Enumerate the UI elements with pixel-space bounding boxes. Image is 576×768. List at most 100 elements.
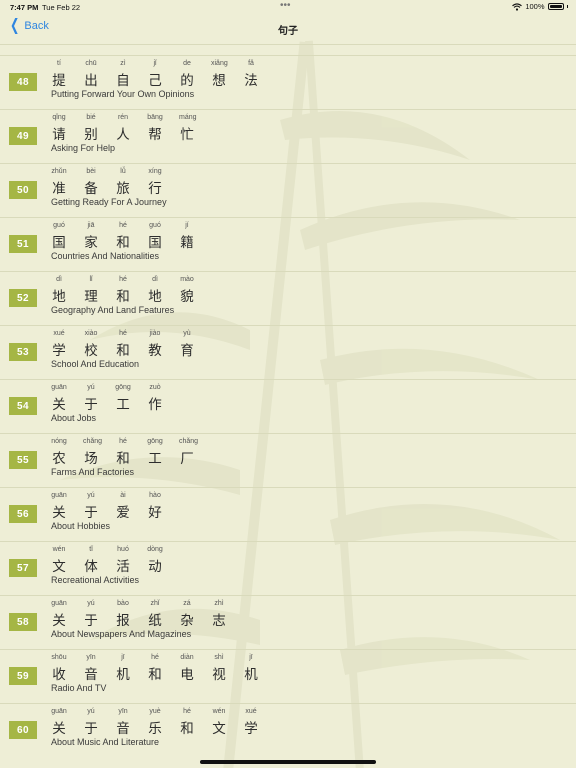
hanzi: 电: [180, 667, 194, 683]
character-cell: gōng 工: [115, 384, 147, 414]
lesson-title: Putting Forward Your Own Opinions: [51, 89, 195, 99]
hanzi: 学: [52, 343, 66, 359]
lesson-row[interactable]: 53 xué 学 xiào 校 hé 和 jiào 教 yù 育 School And Educati…: [0, 325, 576, 379]
character-cell: chǎng 厂: [179, 438, 211, 468]
lesson-row[interactable]: 51 guó 国 jiā 家 hé 和 guó 国 jí 籍 Countries And Nation…: [0, 217, 576, 271]
pinyin: jī: [121, 654, 125, 661]
lesson-number-badge: 59: [9, 667, 37, 685]
hanzi: 地: [148, 289, 162, 305]
pinyin: bào: [117, 600, 129, 607]
chinese-title: guó 国 jiā 家 hé 和 guó 国 jí 籍: [51, 222, 211, 252]
hanzi: 农: [52, 451, 66, 467]
hanzi: 关: [52, 721, 66, 737]
lesson-number-badge: 60: [9, 721, 37, 739]
hanzi: 收: [52, 667, 66, 683]
hanzi: 和: [116, 343, 130, 359]
pinyin: zì: [120, 60, 126, 67]
hanzi: 好: [148, 505, 162, 521]
character-cell: chū 出: [83, 60, 115, 90]
lesson-title: Asking For Help: [51, 143, 116, 153]
hanzi: 于: [84, 505, 98, 521]
chinese-title: guān 关 yú 于 gōng 工 zuò 作: [51, 384, 179, 414]
pinyin: jǐ: [153, 60, 157, 67]
character-cell: wén 文: [211, 708, 243, 738]
lesson-number-badge: 51: [9, 235, 37, 253]
chinese-title: guān 关 yú 于 bào 报 zhǐ 纸 zá 杂 zhì 志: [51, 600, 243, 630]
hanzi: 理: [84, 289, 98, 305]
lesson-row[interactable]: 60 guān 关 yú 于 yīn 音 yuè 乐 hé 和 wén 文 xué 学 About Music…: [0, 703, 576, 757]
character-cell: bāng 帮: [147, 114, 179, 144]
lesson-row[interactable]: 54 guān 关 yú 于 gōng 工 zuò 作 About Jobs: [0, 379, 576, 433]
lesson-row[interactable]: 58 guān 关 yú 于 bào 报 zhǐ 纸 zá 杂 zhì 志 About Newspaper…: [0, 595, 576, 649]
status-time: 7:47 PM: [10, 3, 39, 12]
character-cell: dì 地: [147, 276, 179, 306]
pinyin: guó: [53, 222, 65, 229]
multitasking-dots-icon[interactable]: •••: [280, 0, 291, 11]
hanzi: 出: [84, 73, 98, 89]
character-cell: de 的: [179, 60, 211, 90]
list-top-spacer: [0, 44, 576, 55]
hanzi: 关: [52, 397, 66, 413]
character-cell: dòng 动: [147, 546, 179, 576]
status-bar: 7:47 PM Tue Feb 22 ••• 100%: [0, 0, 576, 14]
home-indicator[interactable]: [200, 760, 376, 764]
character-cell: shōu 收: [51, 654, 83, 684]
chinese-title: nóng 农 chǎng 场 hé 和 gōng 工 chǎng 厂: [51, 438, 211, 468]
hanzi: 音: [116, 721, 130, 737]
pinyin: jiā: [87, 222, 95, 229]
pinyin: jī: [249, 654, 253, 661]
lesson-row[interactable]: 55 nóng 农 chǎng 场 hé 和 gōng 工 chǎng 厂 Farms And Fac…: [0, 433, 576, 487]
hanzi: 关: [52, 613, 66, 629]
character-cell: qǐng 请: [51, 114, 83, 144]
character-cell: ài 爱: [115, 492, 147, 522]
page-title: 句子: [278, 26, 298, 37]
pinyin: xué: [53, 330, 65, 337]
pinyin: chū: [85, 60, 97, 67]
pinyin: chǎng: [179, 438, 199, 445]
pinyin: fǎ: [248, 60, 254, 67]
character-cell: wén 文: [51, 546, 83, 576]
hanzi: 籍: [180, 235, 194, 251]
pinyin: xiào: [84, 330, 98, 337]
lesson-row[interactable]: 57 wén 文 tǐ 体 huó 活 dòng 动 Recreational Activitie…: [0, 541, 576, 595]
character-cell: dì 地: [51, 276, 83, 306]
character-cell: huó 活: [115, 546, 147, 576]
pinyin: rén: [117, 114, 129, 121]
pinyin: zhì: [214, 600, 224, 607]
lesson-number-badge: 55: [9, 451, 37, 469]
hanzi: 和: [116, 235, 130, 251]
pinyin: ài: [120, 492, 126, 499]
pinyin: máng: [179, 114, 197, 121]
pinyin: xiǎng: [211, 60, 228, 67]
character-cell: yú 于: [83, 384, 115, 414]
lesson-row[interactable]: 59 shōu 收 yīn 音 jī 机 hé 和 diàn 电 shì 视 jī 机 Radio And T…: [0, 649, 576, 703]
hanzi: 己: [148, 73, 162, 89]
hanzi: 文: [212, 721, 226, 737]
hanzi: 厂: [180, 451, 194, 467]
lesson-row[interactable]: 50 zhǔn 准 bèi 备 lǚ 旅 xíng 行 Getting Ready For A J…: [0, 163, 576, 217]
character-cell: rén 人: [115, 114, 147, 144]
pinyin: yīn: [118, 708, 128, 715]
lesson-row[interactable]: 49 qǐng 请 bié 别 rén 人 bāng 帮 máng 忙 Asking For Help: [0, 109, 576, 163]
lesson-number-badge: 52: [9, 289, 37, 307]
hanzi: 国: [148, 235, 162, 251]
chinese-title: zhǔn 准 bèi 备 lǚ 旅 xíng 行: [51, 168, 179, 198]
hanzi: 旅: [116, 181, 130, 197]
character-cell: yú 于: [83, 600, 115, 630]
pinyin: bèi: [86, 168, 96, 175]
character-cell: lǚ 旅: [115, 168, 147, 198]
lesson-row[interactable]: 48 tí 提 chū 出 zì 自 jǐ 己 de 的 xiǎng 想 fǎ 法 Putting Forwa…: [0, 55, 576, 109]
chinese-title: shōu 收 yīn 音 jī 机 hé 和 diàn 电 shì 视 jī 机: [51, 654, 275, 684]
lesson-row[interactable]: 56 guān 关 yú 于 ài 爱 hào 好 About Hobbies: [0, 487, 576, 541]
character-cell: guān 关: [51, 492, 83, 522]
hanzi: 学: [244, 721, 258, 737]
pinyin: hé: [119, 330, 127, 337]
hanzi: 请: [52, 127, 66, 143]
lesson-number-badge: 53: [9, 343, 37, 361]
character-cell: hào 好: [147, 492, 179, 522]
lesson-row[interactable]: 52 dì 地 lǐ 理 hé 和 dì 地 mào 貌 Geography And Land Fea…: [0, 271, 576, 325]
character-cell: hé 和: [115, 222, 147, 252]
character-cell: tǐ 体: [83, 546, 115, 576]
lesson-title: Countries And Nationalities: [51, 251, 160, 261]
pinyin: wén: [52, 546, 66, 553]
